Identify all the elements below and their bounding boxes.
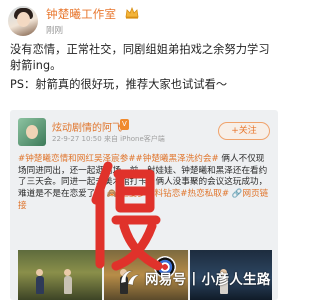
repost-time: 22-9-27 10:50 来自 iPhone客户端 [52,135,165,143]
netease-logo-icon [120,270,140,286]
watermark-source: 网易号 [145,272,187,288]
watermark-divider: | [191,270,197,286]
post-timestamp: 刚刚 [46,26,64,36]
person-head [36,269,43,276]
post-text-line-2: PS：射箭真的很好玩，推荐大家也试试看～ [10,78,228,91]
post-text: 没有恋情，正常社交，同剧组姐弟拍戏之余努力学习射箭ing。 PS：射箭真的很好玩… [10,42,278,97]
follow-button[interactable]: +关注 [218,122,270,140]
username[interactable]: 钟楚曦工作室 [46,6,116,22]
fake-stamp-overlay [91,161,163,271]
avatar[interactable] [8,6,38,36]
crown-icon [125,7,139,19]
hashtag[interactable]: 私取# [205,189,229,199]
repost-author-name[interactable]: 炫动剧情的阿飞 [52,119,122,134]
post-text-line-1: 没有恋情，正常社交，同剧组姐弟拍戏之余努力学习射箭ing。 [10,43,270,72]
watermark-channel: 小彦人生路 [201,272,271,288]
repost-author-badge: V [120,119,129,130]
weibo-post-screenshot: 钟楚曦工作室 刚刚 没有恋情，正常社交，同剧组姐弟拍戏之余努力学习射箭ing。 … [0,0,286,300]
repost-author-avatar[interactable] [18,118,46,146]
avatar-face [17,12,30,27]
person-figure [36,276,44,294]
post-header: 钟楚曦工作室 刚刚 [0,0,286,40]
person-head [64,269,71,276]
watermark: 网易号 | 小彦人生路 [118,266,282,290]
person-figure [64,276,72,294]
